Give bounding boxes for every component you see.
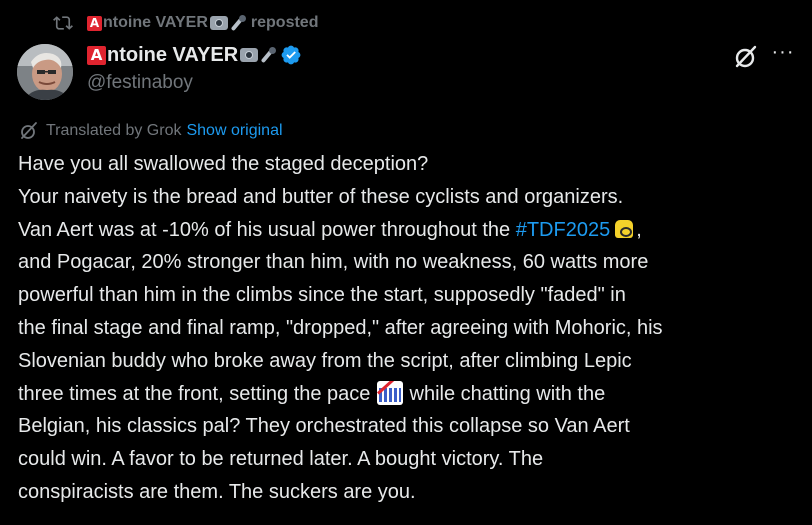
post-body: Have you all swallowed the staged decept…: [18, 148, 803, 509]
avatar[interactable]: [17, 44, 73, 100]
repost-context[interactable]: A ntoine VAYER reposted: [53, 12, 318, 34]
post-text-segment: ,: [636, 218, 642, 241]
camera-emoji-icon: [209, 16, 228, 30]
repost-label: reposted: [250, 14, 319, 31]
more-options-button[interactable]: ···: [770, 42, 796, 70]
author-name-text: ntoine VAYER: [107, 43, 239, 66]
post-text-line: powerful than him in the climbs since th…: [18, 284, 626, 307]
grok-icon: [21, 122, 37, 139]
grok-button[interactable]: [733, 44, 759, 70]
post-text-line: Van Aert was at -10% of his usual power …: [18, 214, 803, 247]
translation-notice: Translated by Grok Show original: [19, 120, 283, 142]
verified-badge-icon[interactable]: [280, 44, 302, 66]
post-text-line: and Pogacar, 20% stronger than him, with…: [18, 251, 649, 274]
author-name[interactable]: A ntoine VAYER: [87, 42, 302, 68]
post-text-line: conspiracists are them. The suckers are …: [18, 480, 416, 503]
show-original-link[interactable]: Show original: [186, 122, 282, 140]
post-text-line: the final stage and final ramp, "dropped…: [18, 316, 663, 339]
post-text-segment: while chatting with the: [403, 382, 606, 405]
name-badge-a: A: [87, 15, 102, 31]
post: A ntoine VAYER reposted A ntoine VAYER @…: [0, 0, 812, 525]
post-text-segment: Van Aert was at -10% of his usual power …: [18, 218, 516, 241]
chart-increasing-emoji-icon: [376, 380, 403, 405]
yellow-jersey-emoji-icon: [612, 219, 636, 239]
microphone-emoji-icon: [230, 15, 246, 31]
name-badge-a: A: [87, 45, 106, 65]
post-text-segment: three times at the front, setting the pa…: [18, 382, 376, 405]
grok-icon: [735, 45, 757, 68]
post-text-line: Slovenian buddy who broke away from the …: [18, 349, 632, 372]
post-text-line: three times at the front, setting the pa…: [18, 378, 803, 411]
post-text-line: Your naivety is the bread and butter of …: [18, 185, 624, 208]
post-text-line: could win. A favor to be returned later.…: [18, 448, 544, 471]
repost-author-name[interactable]: ntoine VAYER: [103, 14, 208, 32]
camera-emoji-icon: [240, 48, 259, 62]
post-text-line: Belgian, his classics pal? They orchestr…: [18, 415, 630, 438]
post-text-line: Have you all swallowed the staged decept…: [18, 153, 429, 175]
hashtag-link[interactable]: #TDF2025: [516, 219, 611, 241]
avatar-image: [17, 44, 73, 100]
repost-icon: [53, 16, 73, 30]
translation-label: Translated by Grok: [46, 122, 182, 139]
author-handle[interactable]: @festinaboy: [87, 72, 193, 94]
microphone-emoji-icon: [260, 47, 277, 63]
